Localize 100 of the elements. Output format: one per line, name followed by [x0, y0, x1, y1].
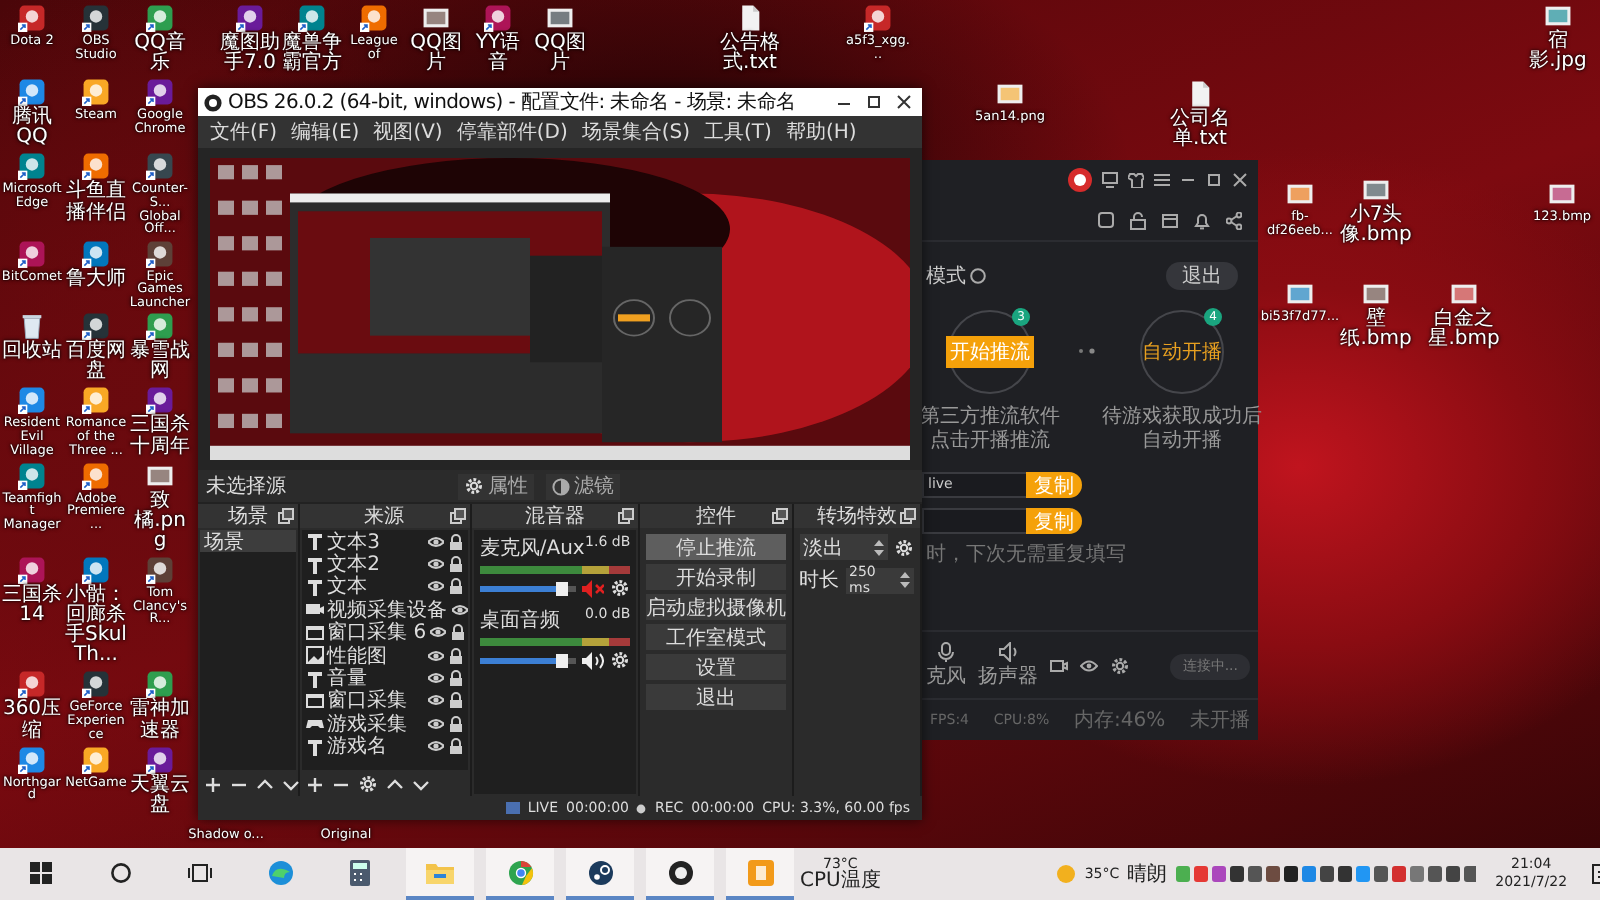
image-thumbnail-icon[interactable]: [996, 80, 1024, 108]
icon-label[interactable]: 小骷：回廊杀手Skul Th...: [64, 585, 128, 668]
icon-label[interactable]: 暴雪战网: [128, 342, 192, 384]
icon-label[interactable]: 三国杀十周年: [128, 416, 192, 458]
browser-swirl-icon[interactable]: [267, 859, 293, 885]
app-icon[interactable]: [82, 670, 110, 699]
share-icon[interactable]: [1226, 211, 1242, 229]
icon-label[interactable]: QQ图片: [404, 34, 468, 75]
app-icon[interactable]: [146, 78, 174, 107]
app-icon[interactable]: [82, 4, 110, 32]
app-icon[interactable]: [18, 386, 46, 415]
source-name[interactable]: 窗口采集 6: [327, 618, 427, 647]
icon-label[interactable]: 魔兽争霸官方: [280, 34, 344, 75]
image-thumbnail-icon[interactable]: [1548, 180, 1576, 208]
image-thumbnail-icon[interactable]: [422, 4, 450, 32]
help-circle-icon[interactable]: [970, 268, 986, 284]
calculator-icon[interactable]: [350, 859, 370, 885]
move-down-icon[interactable]: [411, 775, 430, 793]
control-button[interactable]: 工作室模式: [646, 624, 786, 650]
undock-icon[interactable]: [899, 508, 916, 524]
lock-icon[interactable]: [447, 738, 464, 755]
app-icon[interactable]: [146, 670, 174, 699]
visibility-eye-icon[interactable]: [451, 601, 468, 618]
icon-label[interactable]: 腾讯QQ: [0, 108, 64, 150]
visibility-eye-icon[interactable]: [427, 715, 444, 732]
icon-label[interactable]: 360压缩: [0, 700, 64, 742]
app-icon[interactable]: [236, 4, 264, 32]
control-button[interactable]: 开始录制: [646, 564, 786, 590]
image-thumbnail-icon[interactable]: [1450, 280, 1478, 308]
visibility-eye-icon[interactable]: [427, 738, 444, 755]
app-icon[interactable]: [82, 152, 110, 181]
app-icon[interactable]: [18, 78, 46, 107]
visibility-eye-icon[interactable]: [427, 647, 444, 664]
speaker-icon[interactable]: [997, 642, 1019, 662]
icon-label[interactable]: 壁纸.bmp: [1336, 310, 1416, 351]
app-icon[interactable]: [146, 312, 174, 341]
volume-slider[interactable]: [479, 585, 577, 591]
app-icon[interactable]: [360, 4, 388, 32]
icon-label[interactable]: 致橘.png: [128, 491, 192, 553]
lock-icon[interactable]: [1130, 211, 1146, 229]
app-icon[interactable]: [18, 152, 46, 181]
app-icon[interactable]: [146, 555, 174, 584]
undock-icon[interactable]: [277, 508, 294, 524]
steam-icon[interactable]: [587, 859, 613, 885]
icon-label[interactable]: 天翼云盘: [128, 775, 192, 816]
app-icon[interactable]: [82, 239, 110, 268]
lock-icon[interactable]: [447, 715, 464, 732]
visibility-eye-icon[interactable]: [427, 533, 444, 550]
obs-icon[interactable]: [667, 859, 693, 885]
move-down-icon[interactable]: [282, 775, 300, 793]
lock-icon[interactable]: [447, 556, 464, 573]
icon-label[interactable]: 宿影.jpg: [1520, 32, 1596, 73]
menu-item[interactable]: 视图(V): [373, 118, 443, 146]
slider-thumb[interactable]: [555, 581, 568, 595]
eye-icon[interactable]: [1080, 658, 1098, 674]
icon-label[interactable]: 三国杀14: [0, 585, 64, 627]
app-icon[interactable]: [18, 239, 46, 268]
app-icon[interactable]: [864, 4, 892, 32]
menu-item[interactable]: 工具(T): [704, 118, 772, 146]
control-button[interactable]: 退出: [646, 684, 786, 710]
move-up-icon[interactable]: [385, 775, 404, 793]
app-icon[interactable]: [82, 386, 110, 415]
source-name[interactable]: 文本3: [327, 527, 424, 556]
stream-url-field[interactable]: [922, 507, 1026, 533]
icon-label[interactable]: 鲁大师: [64, 269, 128, 290]
microphone-icon[interactable]: [938, 642, 954, 662]
close-icon[interactable]: [1232, 172, 1248, 188]
source-name[interactable]: 性能图: [327, 641, 424, 670]
app-icon[interactable]: [18, 745, 46, 774]
image-thumbnail-icon[interactable]: [546, 4, 574, 32]
app-icon[interactable]: [82, 312, 110, 341]
control-button[interactable]: 设置: [646, 654, 786, 680]
icon-label[interactable]: 魔图助手7.0: [218, 34, 282, 75]
search-icon[interactable]: [109, 861, 131, 883]
app-icon[interactable]: [146, 745, 174, 774]
system-tray-drawing[interactable]: [1175, 864, 1476, 884]
source-name[interactable]: 视频采集设备: [327, 595, 448, 624]
close-icon[interactable]: [892, 93, 916, 111]
app-icon[interactable]: [146, 239, 174, 268]
icon-label[interactable]: YY语音: [466, 34, 530, 75]
square-icon[interactable]: [1098, 212, 1114, 228]
properties-button[interactable]: 属性: [458, 473, 534, 499]
bell-icon[interactable]: [1194, 211, 1210, 229]
recycle-bin-icon[interactable]: [18, 312, 46, 341]
control-button[interactable]: 停止推流: [646, 534, 786, 560]
windows-logo-icon[interactable]: [29, 861, 51, 883]
maximize-icon[interactable]: [862, 93, 886, 111]
source-name[interactable]: 游戏名: [327, 732, 424, 761]
app-icon[interactable]: [146, 4, 174, 32]
volume-slider[interactable]: [479, 657, 577, 663]
add-icon[interactable]: [204, 775, 222, 793]
document-icon[interactable]: [736, 4, 764, 32]
app-icon[interactable]: [298, 4, 326, 32]
speaker-icon[interactable]: [582, 651, 605, 669]
icon-label[interactable]: 斗鱼直播伴侣: [64, 182, 128, 224]
task-view-icon[interactable]: [188, 861, 212, 883]
app-icon[interactable]: [82, 555, 110, 584]
visibility-eye-icon[interactable]: [427, 670, 444, 687]
icon-label[interactable]: 公告格式.txt: [716, 34, 784, 75]
lock-icon[interactable]: [447, 647, 464, 664]
